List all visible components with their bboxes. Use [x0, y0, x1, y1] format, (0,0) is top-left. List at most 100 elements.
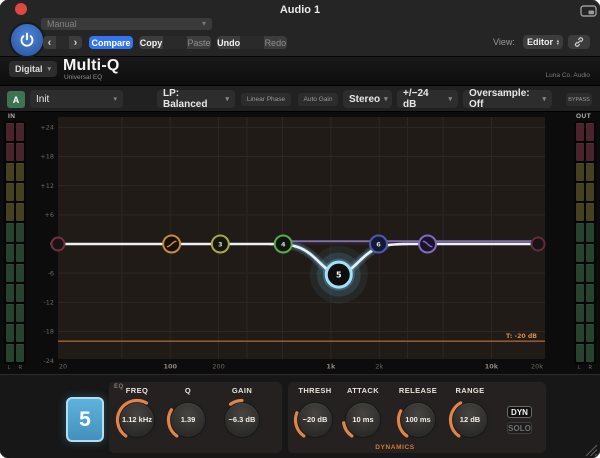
plugin-subtitle: Universal EQ — [64, 74, 102, 81]
freq-knob[interactable]: FREQ1.12 kHz — [113, 386, 161, 444]
svg-text:5: 5 — [336, 270, 342, 279]
prev-preset-button[interactable]: ‹ — [43, 36, 56, 49]
meter-segment — [586, 264, 594, 282]
slope-dropdown[interactable]: LP: Balanced▾ — [157, 90, 235, 108]
redo-button[interactable]: Redo — [264, 36, 287, 49]
thresh-knob[interactable]: THRESH−20 dB — [291, 386, 339, 444]
right-channel-label: R — [588, 365, 592, 371]
view-mode-select[interactable]: Editor ▴▾ — [523, 35, 563, 49]
eq-band-node-7[interactable] — [419, 236, 436, 253]
eq-graph[interactable]: +24+18+12+60-6-12-18-24201002001k2k10k20… — [30, 112, 551, 374]
db-tick-label: -12 — [43, 299, 54, 307]
range-knob-label: RANGE — [446, 386, 494, 395]
ab-compare-button[interactable]: A — [7, 91, 25, 108]
chevron-down-icon: ▾ — [202, 18, 206, 30]
meter-segment — [6, 123, 14, 141]
next-preset-button[interactable]: › — [69, 36, 82, 49]
engine-mode-dropdown[interactable]: Digital ▾ — [9, 61, 57, 77]
undo-button[interactable]: Undo — [217, 36, 240, 49]
range-knob[interactable]: RANGE12 dB — [446, 386, 494, 444]
meter-segment — [16, 223, 24, 241]
db-tick-label: +12 — [40, 182, 54, 190]
selected-band-indicator[interactable]: 5 — [66, 397, 104, 442]
meter-segment — [6, 344, 14, 362]
freq-tick-label: 2k — [375, 363, 383, 371]
eq-band-node-6[interactable]: 6 — [370, 236, 387, 253]
freq-tick-label: 20k — [531, 363, 543, 371]
view-label: View: — [493, 37, 515, 47]
attack-knob[interactable]: ATTACK10 ms — [339, 386, 387, 444]
output-meter-channels: L R — [574, 365, 596, 371]
eq-band-node-1[interactable] — [52, 238, 65, 251]
global-preset-dropdown[interactable]: Manual ▾ — [41, 18, 212, 30]
meter-segment — [576, 123, 584, 141]
attack-knob-value: 10 ms — [339, 396, 387, 444]
bypass-button[interactable]: BYPASS — [566, 93, 592, 106]
copy-button[interactable]: Copy — [139, 36, 163, 49]
q-knob[interactable]: Q1.39 — [164, 386, 212, 444]
meter-segment — [6, 223, 14, 241]
eq-band-node-5[interactable]: 5 — [326, 262, 351, 287]
input-meter-label: IN — [8, 113, 16, 120]
oversample-dropdown[interactable]: Oversample: Off▾ — [463, 90, 552, 108]
right-channel-label: R — [18, 365, 22, 371]
meter-segment — [586, 304, 594, 322]
eq-band-node-3[interactable]: 3 — [212, 236, 229, 253]
divider — [240, 36, 263, 49]
copy-paste-group: Copy Paste — [139, 36, 211, 49]
q-knob-label: Q — [164, 386, 212, 395]
meter-segment — [586, 183, 594, 201]
auto-gain-button[interactable]: Auto Gain — [298, 93, 338, 106]
gain-knob[interactable]: GAIN−6.3 dB — [218, 386, 266, 444]
solo-toggle-button[interactable]: SOLO — [507, 422, 532, 434]
meter-segment — [586, 123, 594, 141]
meter-segment — [576, 163, 584, 181]
freq-tick-label: 100 — [163, 363, 177, 371]
power-icon — [18, 31, 36, 49]
left-channel-label: L — [578, 365, 581, 371]
range-knob-value: 12 dB — [446, 396, 494, 444]
channel-mode-dropdown[interactable]: Stereo▾ — [343, 90, 392, 108]
eq-band-node-4[interactable]: 4 — [275, 236, 292, 253]
svg-text:6: 6 — [376, 240, 381, 248]
eq-knob-panel: EQ FREQ1.12 kHzQ1.39GAIN−6.3 dB — [109, 382, 282, 453]
gain-knob-value: −6.3 dB — [218, 396, 266, 444]
plugin-name: Multi-Q — [63, 57, 120, 75]
release-knob[interactable]: RELEASE100 ms — [394, 386, 442, 444]
plugin-window: Audio 1 Manual ▾ ‹ › Compare Copy Paste … — [0, 0, 600, 458]
control-strip: 5 EQ FREQ1.12 kHzQ1.39GAIN−6.3 dB DYN SO… — [0, 374, 600, 458]
meter-segment — [586, 344, 594, 362]
window-title: Audio 1 — [0, 4, 600, 16]
meter-segment — [576, 244, 584, 262]
gain-range-dropdown[interactable]: +/−24 dB▾ — [397, 90, 458, 108]
dyn-toggle-button[interactable]: DYN — [507, 406, 532, 418]
view-mode-value: Editor — [527, 37, 553, 47]
chevron-down-icon: ▾ — [384, 95, 388, 103]
divider — [163, 36, 187, 49]
eq-band-node-8[interactable] — [532, 238, 545, 251]
power-button[interactable] — [9, 22, 45, 58]
resize-grip[interactable] — [582, 441, 598, 457]
preset-nav: ‹ › — [43, 36, 82, 49]
meter-segment — [6, 203, 14, 221]
meter-segment — [6, 284, 14, 302]
meter-segment — [576, 344, 584, 362]
output-level-meter — [574, 121, 596, 364]
linear-phase-button[interactable]: Linear Phase — [241, 93, 291, 106]
meter-segment — [576, 284, 584, 302]
meter-segment — [586, 203, 594, 221]
gain-knob-label: GAIN — [218, 386, 266, 395]
window-mode-icon[interactable] — [580, 4, 597, 16]
paste-button[interactable]: Paste — [187, 36, 211, 49]
threshold-label: T: -20 dB — [506, 333, 537, 340]
plugin-preset-dropdown[interactable]: Init▾ — [30, 90, 123, 108]
meter-segment — [16, 203, 24, 221]
chevron-down-icon: ▾ — [48, 65, 52, 73]
eq-display-area: IN OUT L R L R +24+18+12+60-6-12-18-2420… — [0, 112, 600, 374]
meter-segment — [16, 264, 24, 282]
eq-band-node-2[interactable] — [163, 236, 180, 253]
meter-segment — [586, 143, 594, 161]
compare-button[interactable]: Compare — [89, 36, 133, 49]
plugin-preset-value: Init — [36, 94, 49, 105]
link-button[interactable] — [568, 35, 590, 49]
